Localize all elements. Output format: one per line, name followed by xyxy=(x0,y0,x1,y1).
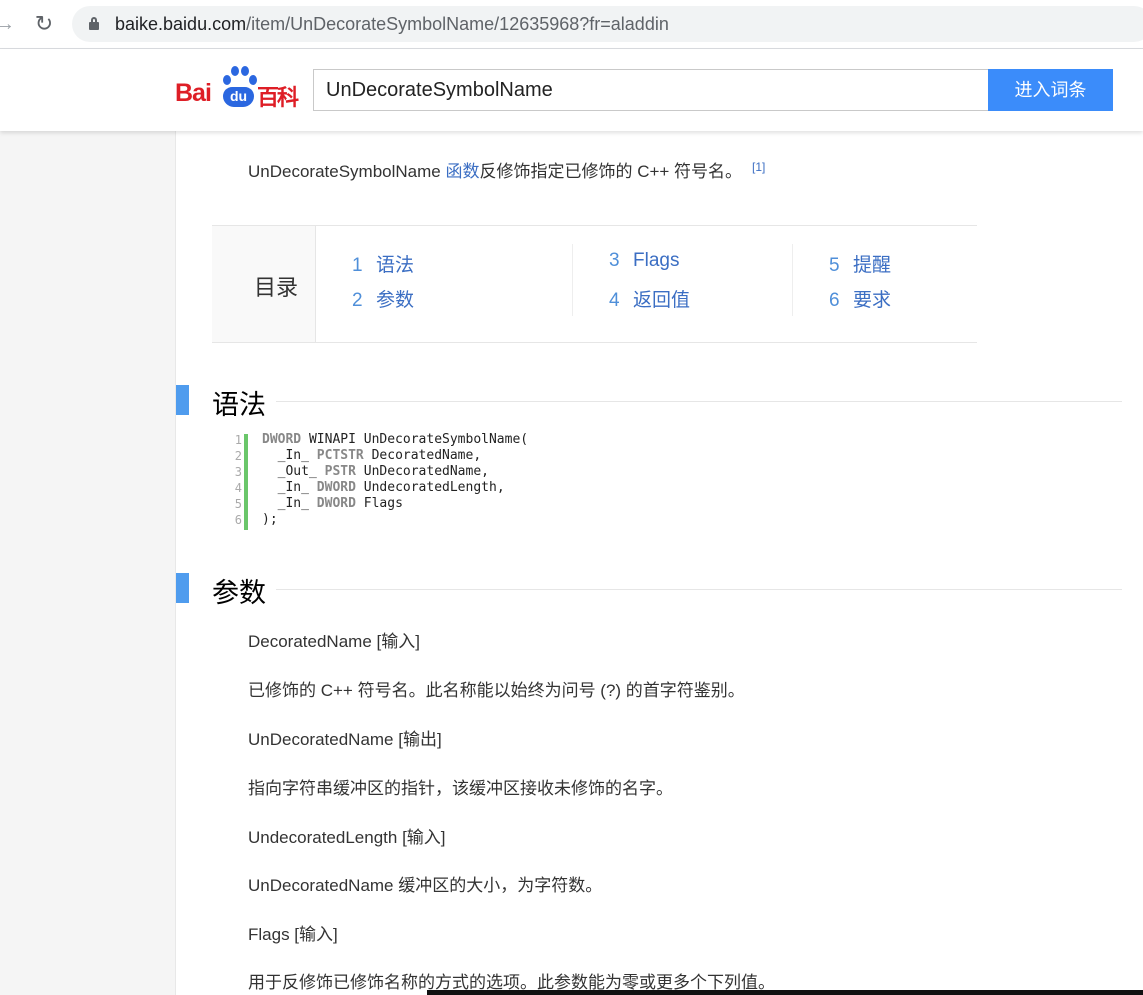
search-input[interactable]: UnDecorateSymbolName xyxy=(313,69,988,111)
toc-label: 要求 xyxy=(853,290,892,311)
line-numbers: 1 2 3 4 5 6 xyxy=(228,432,242,528)
section-params-heading: 参数 xyxy=(176,573,1122,608)
code-line: ); xyxy=(262,512,278,527)
toc-title-box: 目录 xyxy=(212,226,316,342)
toc-num: 6 xyxy=(829,290,840,311)
param-decoratedname-desc: 已修饰的 C++ 符号名。此名称能以始终为问号 (?) 的首字符鉴别。 xyxy=(248,681,745,700)
logo-bai: Bai xyxy=(175,79,212,107)
toc-item-flags[interactable]: 3 Flags xyxy=(609,250,679,272)
logo-baike: 百科 xyxy=(257,85,299,110)
code-line: _In_ DWORD Flags xyxy=(262,496,403,511)
toc-item-remarks[interactable]: 5 提醒 xyxy=(829,250,891,277)
toc-num: 2 xyxy=(352,290,363,311)
enter-entry-button[interactable]: 进入词条 xyxy=(988,69,1113,111)
line-number: 5 xyxy=(234,497,242,511)
code-accent-bar xyxy=(244,434,248,530)
code-lines: DWORD WINAPI UnDecorateSymbolName( _In_ … xyxy=(262,432,528,528)
toc-item-return-value[interactable]: 4 返回值 xyxy=(609,285,690,312)
toc-column-2: 3 Flags 4 返回值 xyxy=(572,244,690,316)
toc-item-requirements[interactable]: 6 要求 xyxy=(829,285,891,312)
url-host: baike.baidu.com xyxy=(115,14,247,34)
toc-label: 返回值 xyxy=(633,290,691,311)
reload-icon[interactable]: ↻ xyxy=(31,11,57,37)
section-marker xyxy=(176,573,189,603)
toc-column-3: 5 提醒 6 要求 xyxy=(792,244,891,316)
address-bar[interactable]: baike.baidu.com/item/UnDecorateSymbolNam… xyxy=(72,6,1143,42)
toc-num: 4 xyxy=(609,290,620,311)
intro-text-2: 反修饰指定已修饰的 C++ 符号名。 xyxy=(479,162,743,181)
site-header: Bai du 百科 UnDecorateSymbolName 进入词条 xyxy=(0,49,1143,131)
toc-num: 1 xyxy=(352,255,363,276)
function-link[interactable]: 函数 xyxy=(445,162,479,181)
code-line: _In_ PCTSTR DecoratedName, xyxy=(262,448,482,463)
code-block: 1 2 3 4 5 6 DWORD WINAPI UnDecorateSymbolName… xyxy=(228,432,648,532)
lock-icon xyxy=(89,17,99,30)
section-title: 语法 xyxy=(212,390,266,420)
param-undecoratedlength-desc: UnDecoratedName 缓冲区的大小，为字符数。 xyxy=(248,876,603,895)
toc-item-params[interactable]: 2 参数 xyxy=(352,285,414,312)
baidu-baike-logo[interactable]: Bai du 百科 xyxy=(175,63,305,111)
param-undecoratedlength: UndecoratedLength [输入] xyxy=(248,828,446,847)
toc-title: 目录 xyxy=(254,275,299,300)
line-number: 1 xyxy=(234,433,242,447)
section-divider xyxy=(276,401,1122,402)
line-number: 6 xyxy=(234,513,242,527)
section-syntax-heading: 语法 xyxy=(176,385,1122,420)
article-content: UnDecorateSymbolName 函数反修饰指定已修饰的 C++ 符号名… xyxy=(176,131,1143,995)
code-line: _Out_ PSTR UnDecoratedName, xyxy=(262,464,489,479)
back-arrow-icon[interactable]: → xyxy=(0,11,18,37)
reference-link[interactable]: [1] xyxy=(752,160,765,174)
toc-item-syntax[interactable]: 1 语法 xyxy=(352,250,414,277)
param-undecoratedname: UnDecoratedName [输出] xyxy=(248,730,442,749)
toc-label: 语法 xyxy=(376,255,415,276)
toc-label: 参数 xyxy=(376,290,415,311)
code-line: DWORD WINAPI UnDecorateSymbolName( xyxy=(262,432,529,447)
param-decoratedname: DecoratedName [输入] xyxy=(248,632,420,651)
url-path: /item/UnDecorateSymbolName/12635968?fr=a… xyxy=(246,14,669,34)
browser-toolbar: → ↻ baike.baidu.com/item/UnDecorateSymbo… xyxy=(0,0,1143,49)
section-title: 参数 xyxy=(212,578,266,608)
bottom-edge-bar xyxy=(427,990,1143,995)
line-number: 4 xyxy=(234,481,242,495)
line-number: 3 xyxy=(234,465,242,479)
toc-label: 提醒 xyxy=(853,255,892,276)
section-divider xyxy=(276,589,1122,590)
toc-num: 3 xyxy=(609,250,620,271)
toc-num: 5 xyxy=(829,255,840,276)
table-of-contents: 目录 1 语法 2 参数 3 Flags 4 返回值 5 提醒 6 要求 xyxy=(212,225,977,343)
url-text[interactable]: baike.baidu.com/item/UnDecorateSymbolNam… xyxy=(115,14,669,35)
intro-text-1: UnDecorateSymbolName xyxy=(248,162,446,181)
intro-paragraph: UnDecorateSymbolName 函数反修饰指定已修饰的 C++ 符号名… xyxy=(248,157,765,182)
param-undecoratedname-desc: 指向字符串缓冲区的指针，该缓冲区接收未修饰的名字。 xyxy=(248,779,673,798)
param-flags: Flags [输入] xyxy=(248,925,338,944)
line-number: 2 xyxy=(234,449,242,463)
left-sidebar-background xyxy=(0,131,176,995)
logo-du: du xyxy=(223,87,254,107)
code-line: _In_ DWORD UndecoratedLength, xyxy=(262,480,505,495)
toc-label: Flags xyxy=(633,250,680,271)
section-marker xyxy=(176,385,189,415)
